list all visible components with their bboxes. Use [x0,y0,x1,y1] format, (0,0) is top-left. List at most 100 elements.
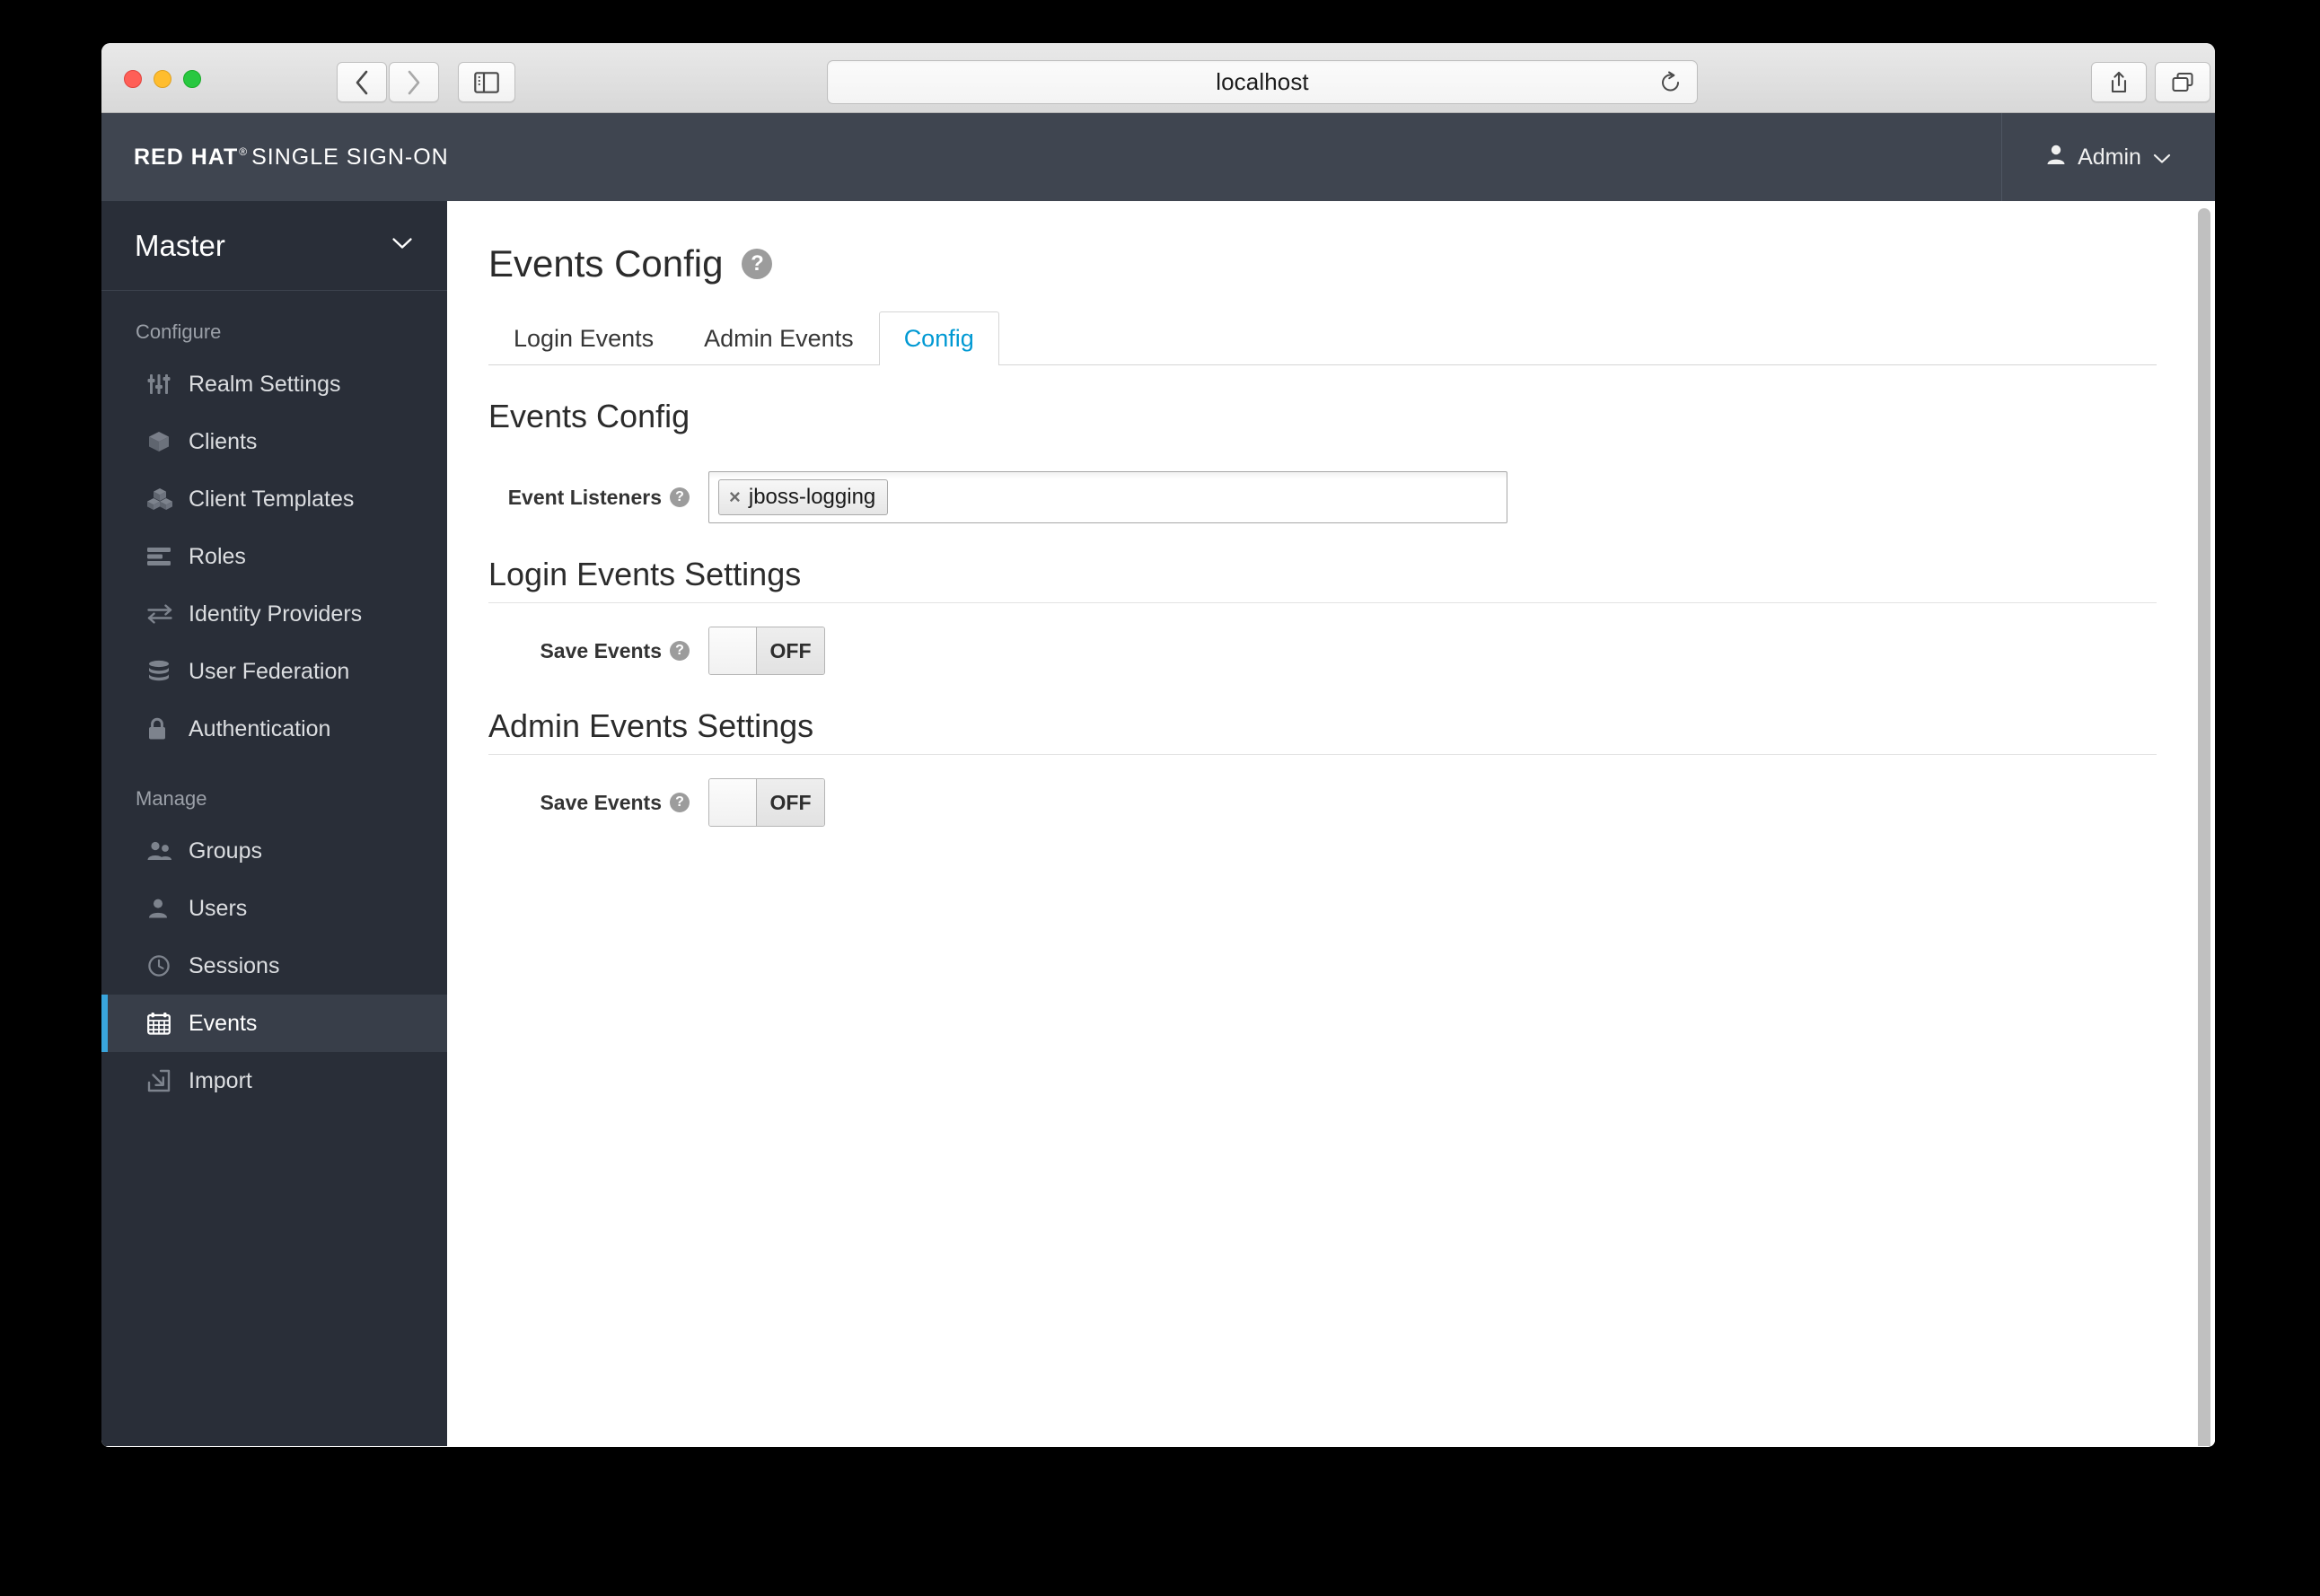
user-icon [2046,144,2066,171]
chevron-down-icon [391,237,413,254]
page-title: Events Config ? [488,242,2215,285]
brand-red-hat: RED HAT [134,144,239,170]
browser-titlebar: localhost + [101,43,2215,113]
sidebar-item-label: Authentication [189,715,331,741]
sidebar-item-groups[interactable]: Groups [101,822,447,880]
app-header: RED HAT® SINGLE SIGN-ON Admin [101,113,2215,201]
event-listeners-row: Event Listeners ? × jboss-logging [488,471,2215,523]
admin-save-events-help-icon[interactable]: ? [670,793,690,812]
tab-config[interactable]: Config [878,311,999,365]
nav-group-label-configure: Configure [136,320,222,343]
user-menu-label: Admin [2078,144,2141,170]
tab-admin-events[interactable]: Admin Events [679,311,879,365]
sidebar-toggle-icon[interactable] [458,62,515,102]
browser-window: localhost + [101,43,2215,1447]
sidebar-item-events[interactable]: Events [101,995,447,1052]
brand-product: SINGLE SIGN-ON [251,144,449,170]
event-listeners-label: Event Listeners [507,485,662,509]
sidebar-item-label: Sessions [189,952,280,978]
maximize-window-button[interactable] [183,70,201,88]
sidebar: Master Configure Realm Settings Clients … [101,201,447,1446]
page-scrollbar[interactable] [2193,201,2215,1446]
admin-save-events-label-group: Save Events ? [488,791,708,815]
login-save-events-toggle[interactable]: OFF [708,627,825,675]
login-events-settings-title: Login Events Settings [488,523,2157,603]
login-save-events-row: Save Events ? OFF [488,627,2215,675]
chevron-down-icon [2153,145,2171,171]
database-icon [147,660,181,683]
sidebar-item-label: Clients [189,428,258,454]
window-controls [124,70,201,88]
event-listeners-help-icon[interactable]: ? [670,487,690,507]
minimize-window-button[interactable] [154,70,171,88]
sliders-icon [147,373,181,396]
sidebar-item-label: Users [189,895,248,921]
sidebar-item-sessions[interactable]: Sessions [101,937,447,995]
sidebar-item-label: Import [189,1067,252,1093]
admin-save-events-toggle[interactable]: OFF [708,778,825,827]
app-body: Master Configure Realm Settings Clients … [101,201,2215,1446]
admin-events-settings-title: Admin Events Settings [488,675,2157,755]
toggle-state-label: OFF [757,627,824,674]
sidebar-item-import[interactable]: Import [101,1052,447,1109]
realm-selector[interactable]: Master [101,201,447,291]
reload-icon[interactable] [1657,69,1684,96]
scrollbar-thumb[interactable] [2198,208,2210,1446]
sidebar-item-user-federation[interactable]: User Federation [101,643,447,700]
sidebar-item-label: Realm Settings [189,371,341,397]
back-button[interactable] [337,62,387,102]
user-icon [147,898,181,919]
token-chip[interactable]: × jboss-logging [718,479,889,515]
page-help-icon[interactable]: ? [742,249,773,279]
cubes-icon [147,487,181,511]
tab-overview-icon[interactable] [2155,62,2210,102]
admin-save-events-row: Save Events ? OFF [488,778,2215,827]
brand-registered-mark: ® [239,145,249,159]
sidebar-item-identity-providers[interactable]: Identity Providers [101,585,447,643]
toggle-knob [709,779,757,826]
sidebar-item-label: Groups [189,837,262,864]
realm-selector-label: Master [135,228,225,262]
close-window-button[interactable] [124,70,142,88]
admin-save-events-label: Save Events [540,790,662,814]
sidebar-item-clients[interactable]: Clients [101,413,447,470]
exchange-icon [147,604,181,624]
sidebar-item-realm-settings[interactable]: Realm Settings [101,355,447,413]
toggle-knob [709,627,757,674]
tab-login-events[interactable]: Login Events [488,311,679,365]
remove-token-icon[interactable]: × [729,487,741,507]
list-icon [147,547,181,566]
main-content: Events Config ? Login Events Admin Event… [447,201,2215,1446]
page-viewport: RED HAT® SINGLE SIGN-ON Admin Master Con… [101,113,2215,1446]
event-listeners-input[interactable]: × jboss-logging [708,471,1507,523]
sidebar-item-authentication[interactable]: Authentication [101,700,447,758]
clock-icon [147,954,181,978]
login-save-events-label-group: Save Events ? [488,639,708,663]
sidebar-item-label: Client Templates [189,486,355,512]
sidebar-item-roles[interactable]: Roles [101,528,447,585]
address-bar[interactable]: localhost [827,60,1698,104]
token-label: jboss-logging [748,485,876,509]
calendar-icon [147,1012,181,1035]
toggle-state-label: OFF [757,779,824,826]
users-icon [147,840,181,862]
login-save-events-label: Save Events [540,638,662,662]
forward-button[interactable] [389,62,439,102]
page-title-text: Events Config [488,242,724,285]
address-bar-url: localhost [1216,68,1309,95]
sidebar-item-label: Identity Providers [189,601,363,627]
lock-icon [147,717,181,741]
events-config-section-title: Events Config [488,398,690,434]
sidebar-item-label: Roles [189,543,246,569]
sidebar-item-client-templates[interactable]: Client Templates [101,470,447,528]
cube-icon [147,430,181,453]
sidebar-item-label: Events [189,1010,258,1036]
user-menu[interactable]: Admin [2001,113,2215,201]
share-icon[interactable] [2091,62,2147,102]
app-brand: RED HAT® SINGLE SIGN-ON [134,145,449,171]
nav-group-label-manage: Manage [136,787,207,810]
event-listeners-label-group: Event Listeners ? [488,486,708,510]
sidebar-item-users[interactable]: Users [101,880,447,937]
login-save-events-help-icon[interactable]: ? [670,641,690,661]
tab-bar: Login Events Admin Events Config [488,310,2157,365]
